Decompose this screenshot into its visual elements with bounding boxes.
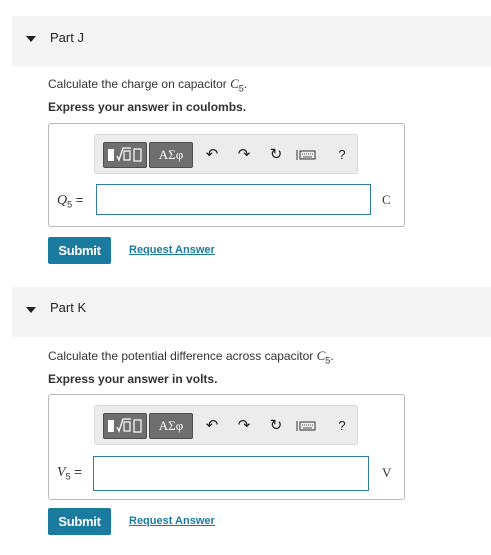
part-k-prompt: Calculate the potential difference acros…: [48, 348, 334, 366]
part-k-answer-box: ΑΣφ ↶ ↷ ↻ ? V5 = V: [48, 394, 405, 500]
math-toolbar: ΑΣφ ↶ ↷ ↻ ?: [94, 405, 358, 445]
templates-button[interactable]: [103, 142, 147, 168]
reset-icon[interactable]: ↻: [265, 416, 287, 436]
part-j-request-answer-link[interactable]: Request Answer: [129, 244, 215, 256]
part-j-variable-label: Q5 =: [57, 192, 84, 210]
part-k-instruction: Express your answer in volts.: [48, 372, 218, 386]
part-j-instruction: Express your answer in coulombs.: [48, 100, 247, 114]
symbols-button[interactable]: ΑΣφ: [149, 142, 193, 168]
keyboard-icon[interactable]: [295, 145, 317, 165]
part-j-answer-input[interactable]: [96, 184, 371, 215]
part-k-unit: V: [382, 465, 392, 480]
symbols-icon: ΑΣφ: [158, 418, 184, 433]
undo-icon[interactable]: ↶: [201, 145, 223, 165]
part-j-answer-box: ΑΣφ ↶ ↷ ↻ ? Q5 = C: [48, 123, 405, 227]
templates-button[interactable]: [103, 413, 147, 439]
templates-icon: [108, 147, 142, 162]
redo-icon[interactable]: ↷: [233, 416, 255, 436]
symbols-icon: ΑΣφ: [158, 147, 184, 162]
part-k-header[interactable]: Part K: [12, 287, 491, 337]
part-k-answer-input[interactable]: [93, 456, 369, 491]
part-k-title: Part K: [50, 300, 87, 315]
part-j-prompt: Calculate the charge on capacitor C5.: [48, 76, 248, 94]
part-k-request-answer-link[interactable]: Request Answer: [129, 515, 215, 527]
part-k-submit-button[interactable]: Submit: [48, 508, 111, 535]
symbols-button[interactable]: ΑΣφ: [149, 413, 193, 439]
caret-down-icon[interactable]: [26, 307, 36, 313]
reset-icon[interactable]: ↻: [265, 145, 287, 165]
math-toolbar: ΑΣφ ↶ ↷ ↻ ?: [94, 134, 358, 174]
part-j-unit: C: [382, 192, 391, 207]
part-j-title: Part J: [50, 30, 84, 45]
part-k-variable-label: V5 =: [57, 464, 82, 482]
redo-icon[interactable]: ↷: [233, 145, 255, 165]
help-icon[interactable]: ?: [331, 145, 353, 165]
caret-down-icon[interactable]: [26, 36, 36, 42]
undo-icon[interactable]: ↶: [201, 416, 223, 436]
keyboard-icon[interactable]: [295, 416, 317, 436]
part-j-header[interactable]: Part J: [12, 16, 491, 66]
part-j-submit-button[interactable]: Submit: [48, 237, 111, 264]
templates-icon: [108, 418, 142, 433]
help-icon[interactable]: ?: [331, 416, 353, 436]
